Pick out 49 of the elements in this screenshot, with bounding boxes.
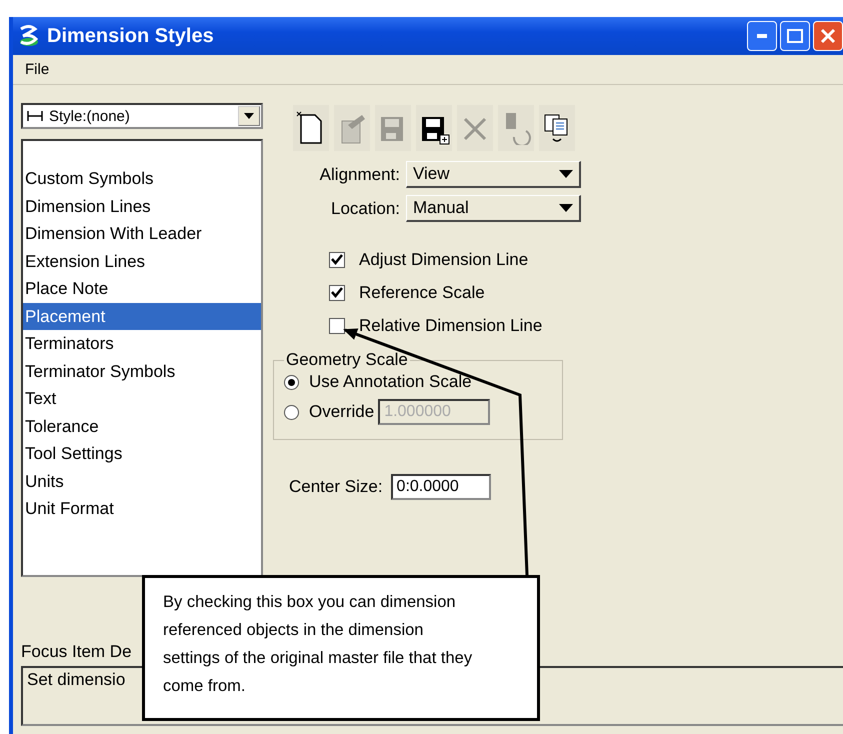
callout-text: By checking this box you can dimension referenced objects in the dimension settings of the original master file that they come from. <box>163 593 472 695</box>
maximize-button[interactable] <box>780 21 810 51</box>
menu-item[interactable]: File <box>21 61 54 78</box>
list-item[interactable]: Dimension With Leader <box>23 220 261 248</box>
new-file-icon[interactable] <box>293 105 329 151</box>
list-item[interactable]: Place Note <box>23 275 261 302</box>
copy-icon[interactable] <box>539 105 575 151</box>
dropdown[interactable]: Manual <box>406 195 581 222</box>
radio-button[interactable] <box>284 404 299 420</box>
close-icon <box>820 28 836 44</box>
style-dropdown[interactable]: Style:(none) <box>21 103 263 129</box>
minimize-icon <box>757 34 767 38</box>
maximize-icon <box>787 29 803 43</box>
dropdown-arrow-icon <box>559 204 573 212</box>
description-text: Set dimensio <box>27 670 126 689</box>
field-label: Location: <box>330 198 400 218</box>
checkbox[interactable] <box>329 252 345 268</box>
checkbox-label: Reference Scale <box>359 283 485 303</box>
app-logo-icon <box>17 24 41 48</box>
window-title: Dimension Styles <box>47 24 215 48</box>
checkbox[interactable] <box>329 285 345 301</box>
list-item[interactable]: Units <box>23 468 261 495</box>
field-label: Alignment: <box>318 164 400 184</box>
checkbox-label: Relative Dimension Line <box>359 316 542 336</box>
list-item[interactable]: Tool Settings <box>23 440 261 468</box>
list-item[interactable]: Tolerance <box>23 412 261 440</box>
checkbox[interactable] <box>329 318 345 334</box>
list-item[interactable]: Custom Symbols <box>23 165 261 192</box>
list-item[interactable]: Terminators <box>23 330 261 358</box>
list-item[interactable]: Extension Lines <box>23 248 261 275</box>
dimension-icon <box>27 111 43 121</box>
list-item[interactable]: Placement <box>23 302 261 330</box>
save-as-icon[interactable] <box>416 105 452 151</box>
radio-button[interactable] <box>284 374 299 390</box>
dropdown[interactable]: View <box>406 161 581 188</box>
close-button[interactable] <box>813 21 843 51</box>
radio-label: Use Annotation Scale <box>309 372 472 392</box>
center-size-field[interactable]: 0:0.0000 <box>390 474 491 500</box>
list-item[interactable]: Text <box>23 385 261 412</box>
radio-label: Override <box>309 402 374 422</box>
section-label: Focus Item De <box>21 642 132 662</box>
list-item[interactable]: Dimension Lines <box>23 192 261 220</box>
dropdown-arrow-icon <box>559 170 573 178</box>
list-item[interactable]: Terminator Symbols <box>23 358 261 385</box>
checkbox-label: Adjust Dimension Line <box>359 250 528 270</box>
minimize-button[interactable] <box>747 21 777 51</box>
group-title: Geometry Scale <box>285 350 409 370</box>
list-item[interactable]: Unit Format <box>23 495 261 522</box>
field-label: Center Size: <box>289 477 383 497</box>
